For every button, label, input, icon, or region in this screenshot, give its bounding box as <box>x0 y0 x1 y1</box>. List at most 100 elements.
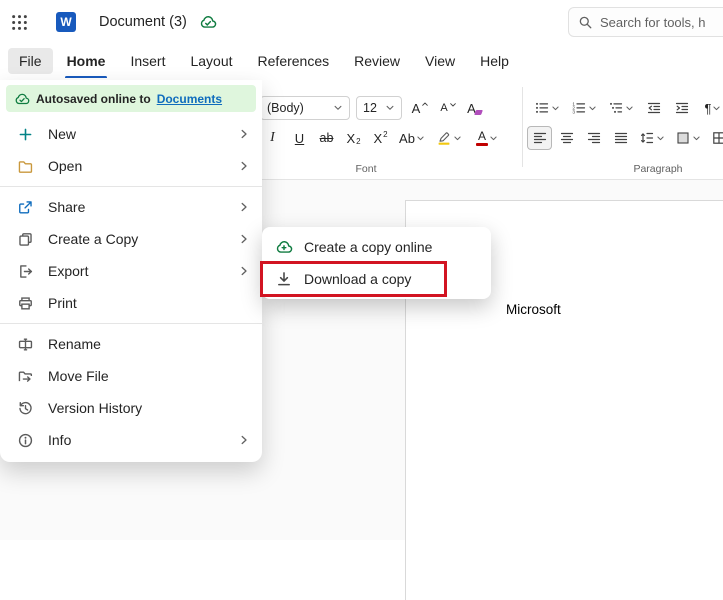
menu-item-label: Info <box>48 432 72 448</box>
align-left-button[interactable] <box>527 126 552 150</box>
paragraph-buttons-row1: 1 2 3 ¶ <box>530 96 723 120</box>
eraser-icon <box>473 109 483 115</box>
font-color-button[interactable]: A <box>469 126 505 150</box>
font-name-value: (Body) <box>267 101 304 115</box>
borders-icon <box>713 132 723 144</box>
superscript-letter: X <box>373 130 383 146</box>
numbered-list-icon: 1 2 3 <box>572 101 586 115</box>
cloud-plus-icon <box>275 238 293 256</box>
underline-button[interactable]: U <box>287 126 312 150</box>
paragraph-marks-button[interactable]: ¶ <box>697 96 723 120</box>
tab-view[interactable]: View <box>414 48 466 74</box>
document-text[interactable]: Microsoft <box>506 302 561 317</box>
chevron-right-icon <box>238 201 250 213</box>
menu-item-label: Create a Copy <box>48 231 139 247</box>
caret-up-icon <box>422 102 429 106</box>
chevron-down-icon <box>589 106 596 110</box>
highlighter-icon <box>438 132 450 145</box>
menu-item-new[interactable]: New <box>0 118 262 150</box>
grow-font-letter: A <box>411 100 421 116</box>
create-copy-submenu: Create a copy online Download a copy <box>262 227 491 299</box>
numbered-list-button[interactable]: 1 2 3 <box>567 96 601 120</box>
tab-layout[interactable]: Layout <box>179 48 243 74</box>
subscript-digit: 2 <box>356 137 361 146</box>
font-size-combo[interactable]: 12 <box>356 96 402 120</box>
menu-item-export[interactable]: Export <box>0 255 262 287</box>
pilcrow-icon: ¶ <box>704 100 712 116</box>
tab-insert[interactable]: Insert <box>119 48 176 74</box>
decrease-indent-button[interactable] <box>641 96 666 120</box>
font-group-label: Font <box>355 163 377 175</box>
font-color-letter: A <box>477 128 486 143</box>
tab-help[interactable]: Help <box>469 48 520 74</box>
info-icon <box>16 432 34 449</box>
menu-item-version-history[interactable]: Version History <box>0 392 262 424</box>
menu-item-rename[interactable]: Rename <box>0 328 262 360</box>
text-highlight-button[interactable] <box>431 126 467 150</box>
align-center-button[interactable] <box>554 126 579 150</box>
font-size-value: 12 <box>363 101 377 115</box>
align-right-button[interactable] <box>581 126 606 150</box>
font-name-combo[interactable]: (Body) <box>260 96 350 120</box>
menu-item-share[interactable]: Share <box>0 191 262 223</box>
decrease-indent-icon <box>647 102 660 114</box>
strikethrough-button[interactable]: ab <box>314 126 339 150</box>
move-file-icon <box>16 368 34 385</box>
italic-button[interactable]: I <box>260 126 285 150</box>
increase-indent-icon <box>675 102 688 114</box>
chevron-down-icon <box>385 103 395 113</box>
increase-indent-button[interactable] <box>669 96 694 120</box>
superscript-button[interactable]: X2 <box>368 126 393 150</box>
tab-review[interactable]: Review <box>343 48 411 74</box>
menu-item-print[interactable]: Print <box>0 287 262 319</box>
search-icon <box>578 15 593 30</box>
word-logo-icon[interactable]: W <box>56 12 76 32</box>
justify-icon <box>614 132 627 144</box>
clear-formatting-button[interactable]: A <box>462 96 487 120</box>
line-spacing-icon <box>641 132 654 144</box>
menu-item-open[interactable]: Open <box>0 150 262 182</box>
menu-item-label: Move File <box>48 368 109 384</box>
subscript-button[interactable]: X2 <box>341 126 366 150</box>
superscript-digit: 2 <box>383 130 388 139</box>
new-icon <box>16 126 34 143</box>
chevron-down-icon <box>417 136 424 140</box>
tab-references[interactable]: References <box>247 48 341 74</box>
file-menu: Autosaved online to Documents New Open S… <box>0 80 262 462</box>
menu-item-create-a-copy[interactable]: Create a Copy <box>0 223 262 255</box>
grow-font-button[interactable]: A <box>408 96 433 120</box>
shading-icon <box>677 132 689 144</box>
menu-item-label: Rename <box>48 336 101 352</box>
autosave-banner: Autosaved online to Documents <box>6 85 256 112</box>
font-buttons-row: I U ab X2 X2 Ab A <box>260 126 505 150</box>
document-title[interactable]: Document (3) <box>99 14 187 30</box>
search-input[interactable] <box>600 14 723 30</box>
shading-button[interactable] <box>671 126 705 150</box>
tab-home[interactable]: Home <box>56 48 117 79</box>
shrink-font-button[interactable]: A <box>436 96 461 120</box>
tab-file[interactable]: File <box>8 48 53 74</box>
autosave-cloud-icon[interactable] <box>199 13 217 31</box>
menu-item-move-file[interactable]: Move File <box>0 360 262 392</box>
print-icon <box>16 295 34 312</box>
paragraph-buttons-row2 <box>527 126 723 150</box>
app-launcher-icon[interactable] <box>11 14 28 31</box>
multilevel-list-button[interactable] <box>604 96 638 120</box>
shrink-font-letter: A <box>440 102 448 114</box>
justify-button[interactable] <box>608 126 633 150</box>
submenu-item-create-copy-online[interactable]: Create a copy online <box>262 231 491 263</box>
cloud-check-icon <box>14 91 30 107</box>
svg-text:3: 3 <box>572 109 575 115</box>
autosave-documents-link[interactable]: Documents <box>157 92 222 106</box>
multilevel-list-icon <box>610 102 623 113</box>
submenu-item-label: Create a copy online <box>304 239 433 255</box>
bulleted-list-button[interactable] <box>530 96 564 120</box>
menu-item-info[interactable]: Info <box>0 424 262 456</box>
search-box[interactable] <box>568 7 723 37</box>
text-effects-button[interactable]: Ab <box>395 126 429 150</box>
line-spacing-button[interactable] <box>635 126 669 150</box>
borders-button[interactable] <box>707 126 723 150</box>
submenu-item-download-a-copy[interactable]: Download a copy <box>262 263 491 295</box>
text-effects-label: Ab <box>399 130 415 146</box>
download-icon <box>275 270 293 288</box>
